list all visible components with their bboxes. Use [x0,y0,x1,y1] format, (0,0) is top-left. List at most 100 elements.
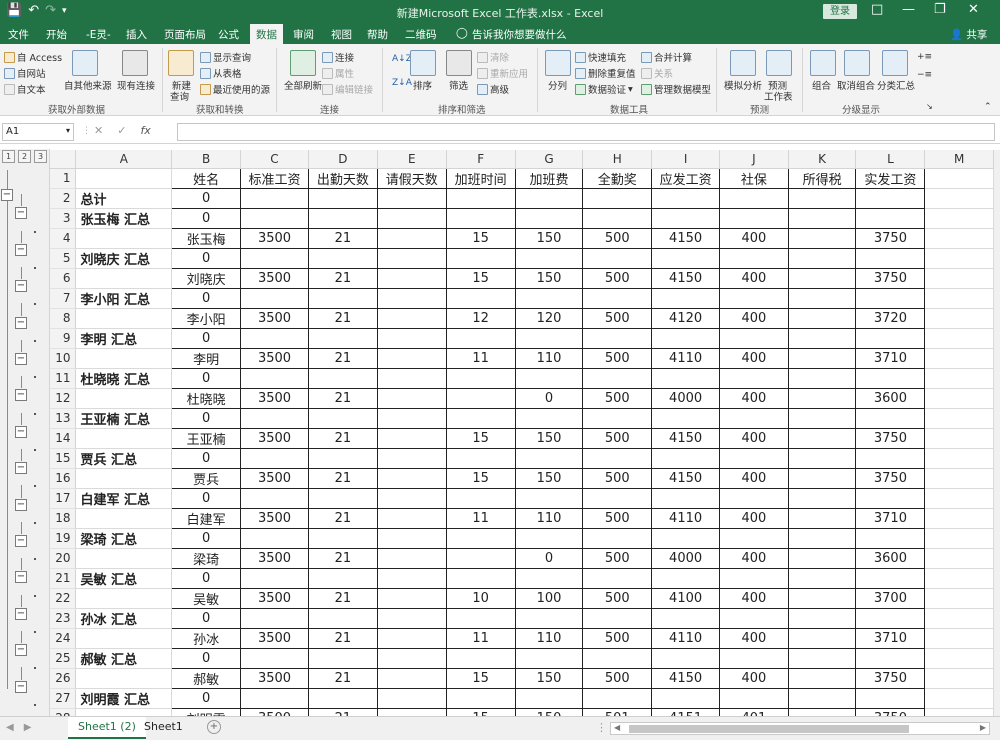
cell-f[interactable]: 15 [445,467,516,489]
row-header[interactable]: 15 [50,448,77,469]
cell-d[interactable] [307,247,378,269]
tab-view[interactable]: 视图 [331,27,352,42]
what-if-button[interactable]: 模拟分析 [724,78,762,92]
cell-i[interactable] [651,247,721,269]
cell-b[interactable]: 0 [171,647,242,669]
collapse-group-button[interactable]: − [15,462,27,475]
cell-l[interactable] [855,367,926,389]
cell-j[interactable]: 400 [719,627,789,649]
cell-d[interactable] [307,327,378,349]
cell-i[interactable]: 4150 [651,427,721,449]
cell-l[interactable] [855,187,926,209]
row-header[interactable]: 23 [50,608,77,629]
collapse-group-button[interactable]: − [15,353,27,365]
cell-i[interactable]: 4150 [651,227,721,249]
cell-f[interactable]: 加班时间 [445,167,516,189]
cell-i[interactable] [651,207,721,229]
cell-e[interactable] [376,667,447,689]
cell-a[interactable]: 郝敏 汇总 [75,648,173,669]
cell-e[interactable] [376,587,447,609]
sort-button[interactable]: 排序 [413,78,432,92]
row-header[interactable]: 19 [50,528,77,549]
cell-g[interactable] [514,567,584,589]
clear-filter-button[interactable]: 清除 [477,50,509,64]
cell-l[interactable]: 3720 [855,307,926,329]
column-header-g[interactable]: G [515,150,584,169]
scroll-left-icon[interactable]: ◀ [614,723,620,732]
name-box[interactable]: A1 ▾ [2,123,74,141]
cell-f[interactable] [445,527,516,549]
subtotal-button[interactable]: 分类汇总 [877,78,915,92]
cell-k[interactable] [787,647,857,669]
cell-d[interactable]: 21 [307,227,378,249]
column-header-f[interactable]: F [446,150,516,169]
cell-f[interactable] [445,687,516,709]
cell-f[interactable] [445,487,516,509]
cell-k[interactable] [787,627,857,649]
row-header[interactable]: 16 [50,468,77,489]
cell-i[interactable] [651,687,721,709]
cell-g[interactable]: 110 [514,627,584,649]
cell-l[interactable]: 3750 [855,467,926,489]
row-header[interactable]: 9 [50,328,77,349]
cell-j[interactable] [719,487,789,509]
cell-m[interactable] [924,348,994,369]
cell-m[interactable] [924,368,994,389]
cell-d[interactable] [307,607,378,629]
cell-m[interactable] [924,608,994,629]
next-sheet-icon[interactable]: ▶ [24,722,32,733]
cell-k[interactable]: 所得税 [787,167,857,189]
cell-i[interactable] [651,287,721,309]
row-header[interactable]: 10 [50,348,77,369]
cell-a[interactable]: 张玉梅 汇总 [75,208,173,229]
cell-j[interactable] [719,367,789,389]
properties-button[interactable]: 属性 [322,66,354,80]
cell-g[interactable] [514,247,584,269]
cell-d[interactable] [307,207,378,229]
cell-m[interactable] [924,588,994,609]
cell-d[interactable] [307,487,378,509]
cancel-icon[interactable]: ✕ [94,124,103,137]
scroll-right-icon[interactable]: ▶ [980,723,986,732]
cell-i[interactable]: 4150 [651,267,721,289]
cell-l[interactable] [855,527,926,549]
row-header[interactable]: 8 [50,308,77,329]
column-header-i[interactable]: I [651,150,721,169]
cell-j[interactable] [719,447,789,469]
vertical-scrollbar[interactable] [994,150,1000,716]
cell-k[interactable] [787,567,857,589]
cell-c[interactable] [240,187,309,209]
cell-m[interactable] [924,408,994,429]
filter-button[interactable]: 筛选 [449,78,468,92]
recent-sources-button[interactable]: 最近使用的源 [200,82,270,96]
cell-f[interactable]: 15 [445,667,516,689]
cell-a[interactable]: 刘晓庆 汇总 [75,248,173,269]
cell-j[interactable] [719,187,789,209]
cell-e[interactable] [376,447,447,469]
cell-a[interactable] [75,668,173,689]
cell-a[interactable]: 李小阳 汇总 [75,288,173,309]
cell-b[interactable]: 杜晓晓 [171,387,242,409]
column-header-a[interactable]: A [75,150,173,169]
cell-b[interactable]: 0 [171,607,242,629]
cell-h[interactable] [582,487,653,509]
worksheet-grid[interactable]: ABCDEFGHIJKLM 1 姓名 标准工资 出勤天数 请假天数 加班时间 加班费 全勤奖应… [50,150,994,716]
cell-l[interactable]: 3700 [855,587,926,609]
cell-m[interactable] [924,288,994,309]
cell-a[interactable] [75,428,173,449]
tab-page-layout[interactable]: 页面布局 [164,27,206,42]
cell-e[interactable] [376,327,447,349]
cell-m[interactable] [924,648,994,669]
cell-m[interactable] [924,468,994,489]
row-header[interactable]: 12 [50,388,77,409]
cell-a[interactable] [75,628,173,649]
cell-k[interactable] [787,347,857,369]
data-validation-button[interactable]: 数据验证 ▾ [575,82,633,96]
cell-g[interactable] [514,687,584,709]
select-all-corner[interactable] [50,150,77,169]
cell-a[interactable]: 贾兵 汇总 [75,448,173,469]
cell-h[interactable]: 全勤奖 [582,167,653,189]
tab-home[interactable]: 开始 [46,27,67,42]
cell-m[interactable] [924,208,994,229]
cell-j[interactable]: 400 [719,547,789,569]
